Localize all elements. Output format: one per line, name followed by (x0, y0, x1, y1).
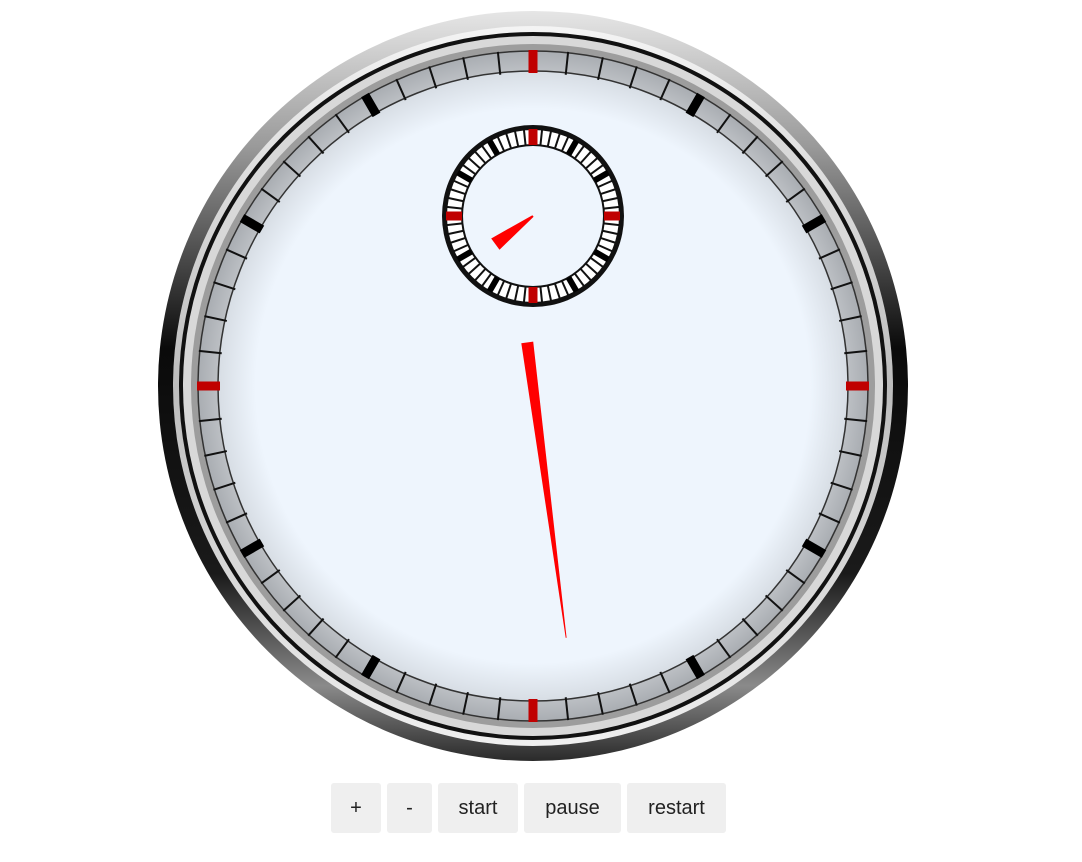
decrease-button[interactable]: - (387, 783, 432, 833)
major-tick (197, 381, 220, 391)
start-button[interactable]: start (438, 783, 518, 833)
subdial-major-tick (604, 211, 620, 221)
major-tick (528, 699, 538, 722)
stopwatch-app: + - start pause restart (0, 0, 1082, 862)
pause-button[interactable]: pause (524, 783, 621, 833)
subdial-major-tick (446, 211, 462, 221)
subdial-major-tick (528, 287, 538, 303)
increase-button[interactable]: + (331, 783, 381, 833)
restart-button[interactable]: restart (627, 783, 726, 833)
major-tick (528, 50, 538, 73)
controls-bar: + - start pause restart (0, 783, 1082, 833)
subdial-major-tick (528, 129, 538, 145)
major-tick (846, 381, 869, 391)
stopwatch-dial (158, 11, 908, 761)
